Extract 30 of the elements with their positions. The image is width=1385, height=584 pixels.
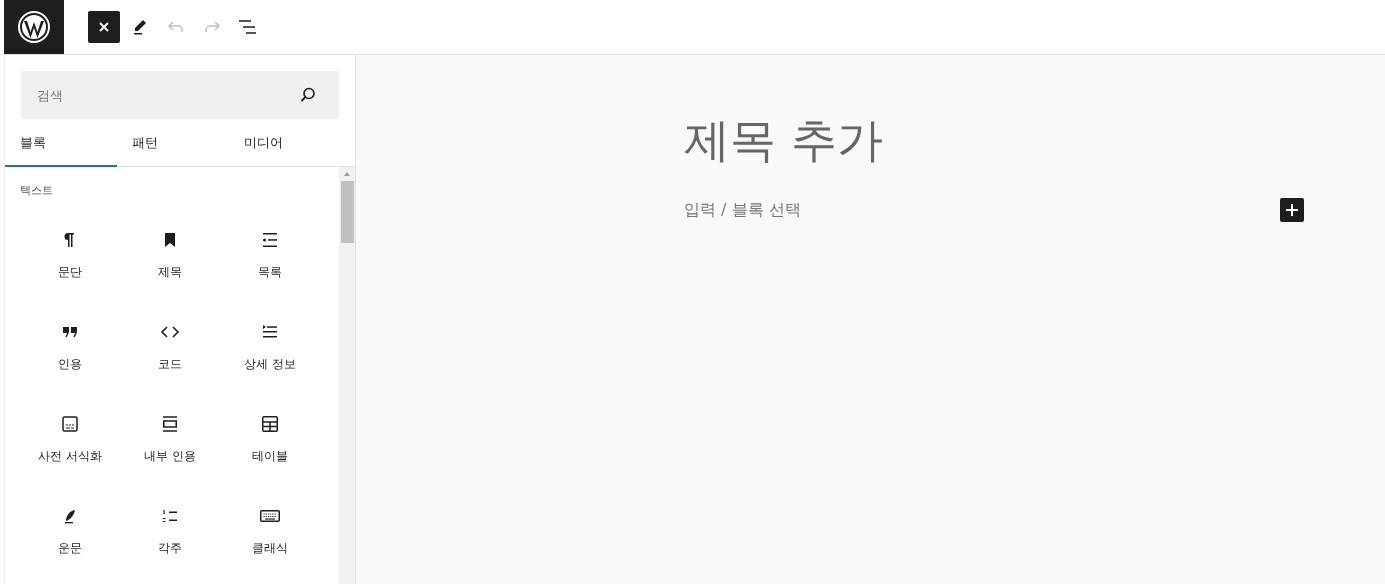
block-item[interactable]: 운문 [20,492,120,584]
wordpress-logo-icon [17,10,51,44]
tab[interactable]: 미디어 [229,121,341,167]
category-heading: 텍스트 [20,183,54,198]
scrollbar-thumb[interactable] [340,181,354,243]
tab[interactable]: 패턴 [117,121,229,167]
block-placeholder[interactable]: 입력 / 블록 선택 [684,199,801,221]
block-item[interactable]: 목록 [220,216,320,308]
search-icon[interactable] [299,86,317,104]
scrollbar[interactable] [339,167,355,584]
outline-icon [238,19,258,35]
close-icon [98,21,110,33]
block-item[interactable]: 문단 [20,216,120,308]
block-item[interactable]: 테이블 [220,400,320,492]
block-item[interactable]: 사전 서식화 [20,400,120,492]
wordpress-logo[interactable] [4,0,64,54]
block-item[interactable]: 제목 [120,216,220,308]
tab[interactable]: 블록 [5,121,117,167]
block-item[interactable]: 코드 [120,308,220,400]
block-item[interactable]: 내부 인용 [120,400,220,492]
pencil-icon [131,18,149,36]
search-field[interactable]: 검색 [21,71,339,119]
block-item[interactable]: 각주 [120,492,220,584]
title-field[interactable]: 제목 추가 [684,113,1304,169]
block-item[interactable]: 상세 정보 [220,308,320,400]
close-button[interactable] [88,11,120,43]
plus-icon [1285,203,1299,218]
add-block-button[interactable] [1280,198,1304,223]
block-item[interactable]: 클래식 [220,492,320,584]
block-item[interactable]: 인용 [20,308,120,400]
